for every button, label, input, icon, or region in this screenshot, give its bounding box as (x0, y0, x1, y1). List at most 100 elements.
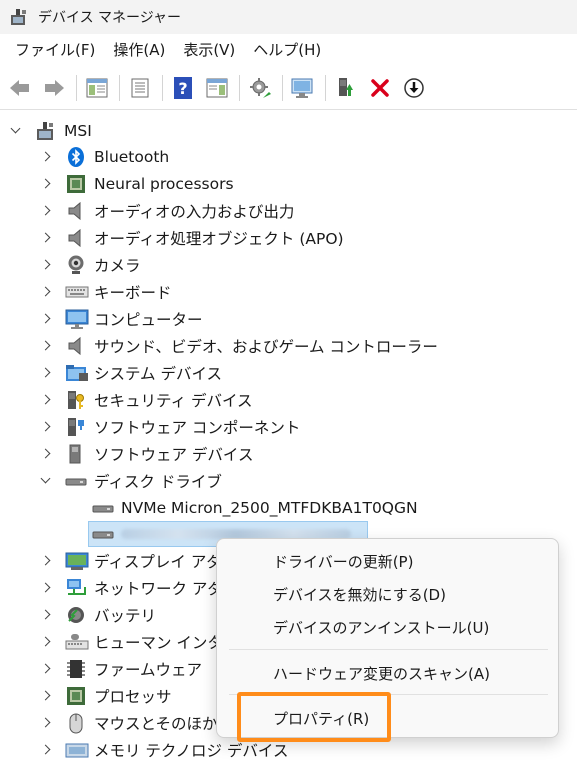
security-key-icon (65, 389, 87, 411)
network-icon (65, 577, 87, 599)
toolbar-separator (76, 74, 77, 101)
chevron-down-icon[interactable] (10, 125, 22, 137)
chevron-right-icon[interactable] (40, 448, 52, 460)
show-hide-console-tree-icon[interactable] (83, 74, 111, 102)
toolbar: ? (0, 66, 577, 110)
tree-item-nvme-drive[interactable]: NVMe Micron_2500_MTFDKBA1T0QGN (92, 495, 418, 521)
chevron-right-icon[interactable] (40, 690, 52, 702)
tree-item-sound-video-game[interactable]: サウンド、ビデオ、およびゲーム コントローラー (40, 333, 438, 359)
chevron-right-icon[interactable] (40, 394, 52, 406)
toolbar-separator (119, 74, 120, 101)
window-title: デバイス マネージャー (38, 10, 182, 26)
chevron-right-icon[interactable] (40, 232, 52, 244)
chevron-right-icon[interactable] (40, 421, 52, 433)
chevron-right-icon[interactable] (40, 717, 52, 729)
tree-item-software-components[interactable]: ソフトウェア コンポーネント (40, 414, 300, 440)
tree-root-msi[interactable]: MSI (10, 118, 92, 144)
chevron-right-icon[interactable] (40, 367, 52, 379)
chevron-down-icon[interactable] (40, 475, 52, 487)
tree-item-label: Neural processors (94, 175, 234, 193)
tree-item-label: ソフトウェア デバイス (94, 446, 254, 464)
tree-item-system-devices[interactable]: システム デバイス (40, 360, 222, 386)
chevron-right-icon[interactable] (40, 744, 52, 756)
context-scan-hardware[interactable]: ハードウェア変更のスキャン(A) (225, 657, 552, 689)
tree-item-label: キーボード (94, 284, 172, 302)
chevron-right-icon[interactable] (40, 286, 52, 298)
context-uninstall-device[interactable]: デバイスのアンインストール(U) (225, 611, 552, 643)
uninstall-x-icon[interactable] (366, 74, 394, 102)
hid-icon (65, 631, 89, 653)
software-component-icon (65, 416, 87, 438)
tree-item-bluetooth[interactable]: Bluetooth (40, 144, 169, 170)
toolbar-separator (325, 74, 326, 101)
tree-item-display-adapters[interactable]: ディスプレイ アダプ (40, 548, 237, 574)
context-update-driver[interactable]: ドライバーの更新(P) (225, 545, 552, 577)
disk-drive-icon (92, 523, 114, 545)
chevron-right-icon[interactable] (40, 555, 52, 567)
tree-item-label: メモリ テクノロジ デバイス (94, 742, 289, 760)
tree-item-security-devices[interactable]: セキュリティ デバイス (40, 387, 253, 413)
chevron-right-icon[interactable] (40, 259, 52, 271)
chevron-right-icon[interactable] (40, 178, 52, 190)
tree-item-mice[interactable]: マウスとそのほかの (40, 710, 233, 736)
tree-item-label: ディスク ドライブ (94, 473, 222, 491)
toolbar-separator (162, 74, 163, 101)
chevron-right-icon[interactable] (40, 636, 52, 648)
tree-item-neural-processors[interactable]: Neural processors (40, 171, 234, 197)
tree-item-audio-apo[interactable]: オーディオ処理オブジェクト (APO) (40, 225, 344, 251)
chevron-right-icon[interactable] (40, 340, 52, 352)
menu-help[interactable]: ヘルプ(H) (244, 36, 330, 64)
chevron-right-icon[interactable] (40, 582, 52, 594)
disk-drive-icon (92, 497, 114, 519)
device-manager-icon (8, 6, 30, 28)
disable-device-icon[interactable] (400, 74, 428, 102)
chevron-right-icon[interactable] (40, 663, 52, 675)
context-disable-device[interactable]: デバイスを無効にする(D) (225, 578, 552, 610)
tree-item-label: バッテリ (94, 607, 157, 625)
computer-root-icon (35, 120, 57, 142)
speaker-icon (65, 335, 87, 357)
update-driver-icon[interactable] (246, 74, 274, 102)
title-bar: デバイス マネージャー (0, 0, 577, 34)
menu-view[interactable]: 表示(V) (174, 36, 244, 64)
tree-item-camera[interactable]: カメラ (40, 252, 141, 278)
chevron-right-icon[interactable] (40, 151, 52, 163)
menu-action[interactable]: 操作(A) (104, 36, 174, 64)
tree-item-software-devices[interactable]: ソフトウェア デバイス (40, 441, 253, 467)
menu-file[interactable]: ファイル(F) (6, 36, 104, 64)
tree-item-label: Bluetooth (94, 148, 170, 166)
tree-item-label: サウンド、ビデオ、およびゲーム コントローラー (94, 338, 438, 356)
tree-item-network-adapters[interactable]: ネットワーク アダプ (40, 575, 238, 601)
tree-item-label: マウスとそのほかの (94, 715, 234, 733)
bluetooth-icon (65, 146, 87, 168)
back-arrow-icon[interactable] (6, 74, 34, 102)
mouse-icon (65, 712, 87, 734)
tree-item-processors[interactable]: プロセッサ (40, 683, 172, 709)
action-pane-icon[interactable] (203, 74, 231, 102)
chevron-right-icon[interactable] (40, 205, 52, 217)
tree-item-label: カメラ (94, 257, 141, 275)
forward-arrow-icon[interactable] (40, 74, 68, 102)
enable-device-icon[interactable] (332, 74, 360, 102)
tree-item-label: プロセッサ (94, 688, 172, 706)
disk-drive-icon (65, 470, 87, 492)
tree-item-batteries[interactable]: バッテリ (40, 602, 156, 628)
speaker-icon (65, 200, 87, 222)
tree-item-keyboard[interactable]: キーボード (40, 279, 172, 305)
properties-sheet-icon[interactable] (126, 74, 154, 102)
scan-hardware-icon[interactable] (289, 74, 317, 102)
menu-bar: ファイル(F) 操作(A) 表示(V) ヘルプ(H) (0, 34, 577, 66)
tree-item-computer[interactable]: コンピューター (40, 306, 203, 332)
chevron-right-icon[interactable] (40, 609, 52, 621)
help-icon[interactable]: ? (169, 74, 197, 102)
chevron-right-icon[interactable] (40, 313, 52, 325)
toolbar-separator (282, 74, 283, 101)
tree-item-firmware[interactable]: ファームウェア (40, 656, 202, 682)
tree-item-disk-drives[interactable]: ディスク ドライブ (40, 468, 222, 494)
tree-item-label: オーディオの入力および出力 (94, 203, 295, 221)
tree-item-audio-io[interactable]: オーディオの入力および出力 (40, 198, 294, 224)
memory-icon (65, 739, 89, 761)
tree-item-label: ファームウェア (94, 661, 203, 679)
tree-item-label: セキュリティ デバイス (94, 392, 253, 410)
display-adapter-icon (65, 550, 89, 572)
